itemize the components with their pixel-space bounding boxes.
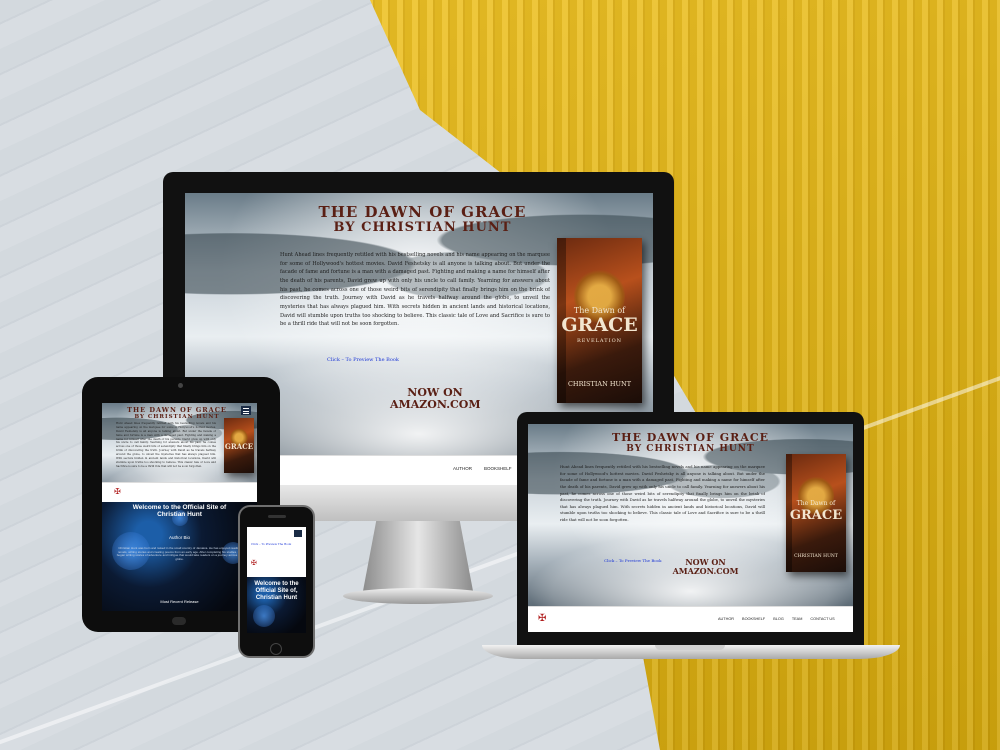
page-title: THE DAWN OF GRACE [318,203,527,221]
tablet-cover-title: GRACE [224,442,254,451]
tablet-screen: THE DAWN OF GRACE BY CHRISTIAN HUNT Hunt… [102,403,257,611]
laptop-navbar: ✠ AUTHOR BOOKSHELF BLOG TEAM CONTACT US [528,606,853,632]
laptop-cover-title-big: GRACE [789,508,843,523]
tablet-blurb: Hunt Ahead lines frequently retitled wit… [116,422,216,468]
page-subtitle: BY CHRISTIAN HUNT [333,220,512,235]
preview-book-link[interactable]: Click – To Preview The Book [327,357,399,363]
tablet-book-cover[interactable]: GRACE [224,418,254,473]
laptop-nav-blog[interactable]: BLOG [773,617,784,621]
laptop-nav-links: AUTHOR BOOKSHELF BLOG TEAM CONTACT US [718,617,835,621]
monitor-stand-neck [363,521,473,591]
phone-preview-link[interactable]: Click – To Preview The Book [251,542,291,546]
laptop-title: THE DAWN OF GRACE [612,431,769,444]
amazon-line-2: AMAZON.COM [390,398,481,412]
menu-icon[interactable] [241,406,251,415]
laptop-blurb: Hunt Ahead lines frequently retitled wit… [560,464,765,523]
phone-topbar: Click – To Preview The Book [247,527,306,557]
nav-bookshelf[interactable]: BOOKSHELF [484,466,512,471]
monitor-stand-base [343,588,493,604]
book-cover[interactable]: The Dawn of GRACE REVELATION CHRISTIAN H… [557,238,642,403]
laptop-book-cover[interactable]: The Dawn of GRACE CHRISTIAN HUNT [786,454,846,572]
tablet-navbar: ✠ [102,482,257,502]
laptop-nav-team[interactable]: TEAM [792,617,803,621]
tablet-title: THE DAWN OF GRACE [127,406,227,414]
tablet-welcome-section: Welcome to the Official Site of Christia… [102,502,257,611]
tablet-bio-text: Christian Hunt was born and raised in th… [116,546,243,561]
phone-screen: Click – To Preview The Book ✠ Welcome to… [247,527,306,633]
laptop-nav-contact[interactable]: CONTACT US [810,617,834,621]
cover-subtitle: REVELATION [576,338,623,344]
phone-menu-icon[interactable] [294,530,302,537]
tablet-welcome-title: Welcome to the Official Site of Christia… [132,504,227,519]
phone-home-button[interactable] [270,643,282,655]
phone-welcome-title: Welcome to the Official Site of, Christi… [254,581,299,601]
phone-welcome-section: Welcome to the Official Site of, Christi… [247,577,306,633]
laptop-notch [655,645,725,650]
phone-speaker [268,515,286,518]
laptop-amazon-line-2: AMAZON.COM [672,565,739,576]
laptop-nav-bookshelf[interactable]: BOOKSHELF [742,617,765,621]
laptop-amazon-callout[interactable]: NOW ON AMAZON.COM [668,558,743,576]
book-blurb: Hunt Ahead lines frequently retitled wit… [280,252,550,328]
bubble [253,605,275,627]
tablet-author-bio-heading: Author Bio [168,535,190,540]
nav-author[interactable]: AUTHOR [453,466,472,471]
tablet-home-button[interactable] [172,617,186,625]
phone-cross-logo-icon[interactable]: ✠ [251,559,257,567]
tablet-camera [178,383,183,388]
amazon-callout[interactable]: NOW ON AMAZON.COM [390,386,481,412]
laptop-cover-title-small: The Dawn of [796,500,836,507]
laptop-subtitle: BY CHRISTIAN HUNT [626,444,755,454]
cover-title-big: GRACE [561,314,638,336]
laptop-cross-logo-icon[interactable]: ✠ [538,613,546,624]
laptop-screen: THE DAWN OF GRACE BY CHRISTIAN HUNT Hunt… [528,424,853,632]
laptop-nav-author[interactable]: AUTHOR [718,617,734,621]
cover-author: CHRISTIAN HUNT [567,380,632,388]
tablet-subtitle: BY CHRISTIAN HUNT [134,414,220,420]
tablet-cross-logo-icon[interactable]: ✠ [114,487,121,496]
laptop-cover-author: CHRISTIAN HUNT [794,554,838,559]
tablet-recent-release: Most Recent Release [160,599,199,604]
laptop-preview-link[interactable]: Click – To Preview The Book [604,558,662,563]
